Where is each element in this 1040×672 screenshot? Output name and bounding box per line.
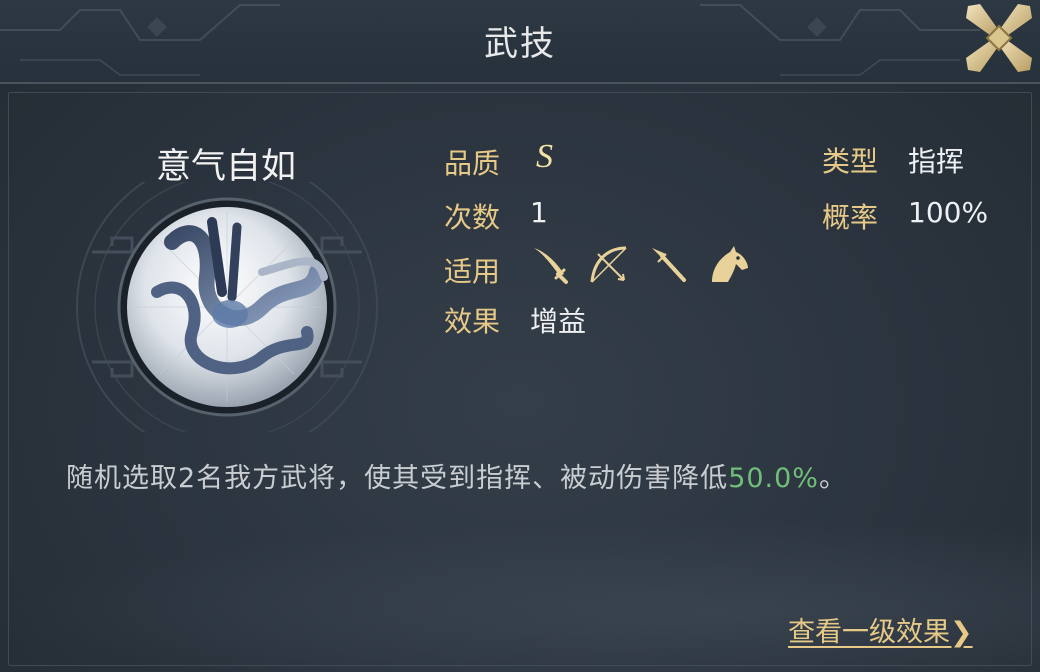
- bow-icon[interactable]: [588, 244, 630, 286]
- page-title: 武技: [484, 24, 556, 64]
- count-label: 次数: [444, 201, 501, 234]
- quality-label: 品质: [444, 147, 501, 180]
- count-value: 1: [530, 196, 548, 229]
- skill-description: 随机选取2名我方武将，使其受到指挥、被动伤害降低50.0%。: [66, 456, 847, 495]
- skill-panel: 武技 意气自如 品质 S 次数 1 适用 效果 增益 类型 指挥 概率 100%…: [0, 0, 1040, 672]
- spear-icon[interactable]: [648, 244, 690, 286]
- horse-icon[interactable]: [708, 242, 750, 284]
- effect-label: 效果: [444, 305, 501, 338]
- close-button[interactable]: [964, 2, 1034, 74]
- sword-icon[interactable]: [530, 244, 572, 286]
- header-bar: 武技: [0, 0, 1040, 84]
- type-label: 类型: [822, 145, 879, 178]
- skill-icon-frame: [62, 156, 392, 458]
- applicable-label: 适用: [444, 255, 501, 288]
- view-level-one-effect-link[interactable]: 查看一级效果❯: [788, 610, 973, 649]
- background-mist: [0, 520, 1040, 672]
- description-highlight-value: 50.0%: [728, 463, 819, 494]
- description-text: 随机选取2名我方武将，使其受到指挥、被动伤害降低: [66, 463, 729, 494]
- skill-emblem-icon: [76, 156, 378, 458]
- close-icon: [966, 4, 1032, 72]
- chevron-right-icon: ❯: [950, 617, 973, 648]
- type-value: 指挥: [908, 145, 965, 178]
- rate-value: 100%: [908, 196, 989, 229]
- effect-value: 增益: [530, 305, 587, 338]
- rate-label: 概率: [822, 201, 879, 234]
- description-suffix: 。: [818, 463, 847, 494]
- quality-value: S: [536, 138, 553, 175]
- view-link-label: 查看一级效果: [788, 617, 950, 648]
